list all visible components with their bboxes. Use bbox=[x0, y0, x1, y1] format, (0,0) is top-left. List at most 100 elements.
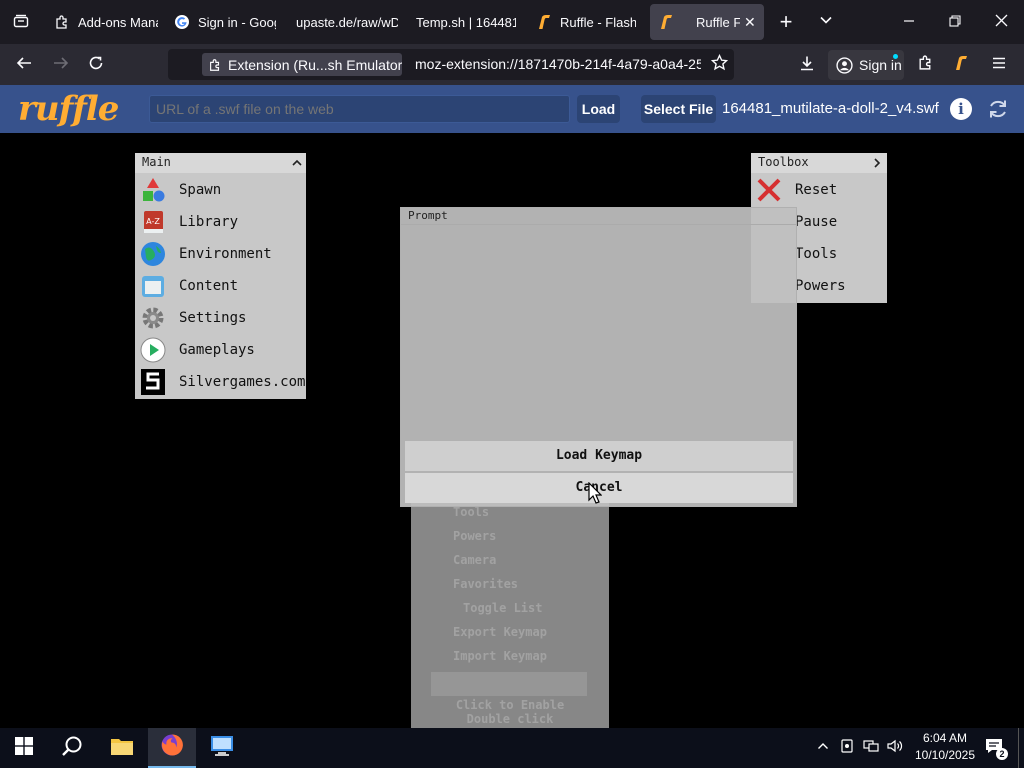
swf-file-name: 164481_mutilate-a-doll-2_v4.swf bbox=[722, 100, 939, 117]
toolbox-panel-title-text: Toolbox bbox=[758, 155, 809, 169]
collapse-chevron-icon[interactable] bbox=[291, 156, 303, 174]
plus-icon: + bbox=[779, 9, 793, 34]
minimize-button[interactable] bbox=[886, 0, 932, 44]
menu-item-environment[interactable]: Environment bbox=[139, 239, 272, 269]
main-panel-title: Main bbox=[135, 153, 306, 173]
app-menu-button[interactable] bbox=[984, 50, 1014, 80]
select-file-button[interactable]: Select File bbox=[641, 95, 716, 123]
tab-title: Temp.sh | 164481_ bbox=[416, 14, 516, 30]
tab-ruffle-1[interactable]: Ruffle - Flash E bbox=[536, 4, 636, 40]
main-panel-title-text: Main bbox=[142, 155, 171, 169]
close-tab-icon[interactable]: ✕ bbox=[744, 14, 756, 31]
ruffle-icon bbox=[536, 14, 552, 30]
volume-button[interactable] bbox=[882, 728, 908, 768]
ruffle-icon bbox=[658, 14, 674, 30]
back-button[interactable] bbox=[9, 50, 39, 80]
menu-item-spawn[interactable]: Spawn bbox=[139, 175, 221, 205]
folder-icon bbox=[110, 736, 134, 761]
google-icon bbox=[174, 14, 190, 30]
menu-item-silvergames[interactable]: Silvergames.com bbox=[139, 367, 305, 397]
tab-overflow-button[interactable] bbox=[804, 0, 848, 44]
firefox-icon bbox=[160, 733, 184, 762]
taskbar-remote-desktop[interactable] bbox=[198, 728, 246, 768]
silvergames-logo-icon bbox=[139, 368, 167, 396]
hamburger-menu-icon bbox=[991, 55, 1007, 76]
load-button[interactable]: Load bbox=[577, 95, 620, 123]
reload-button[interactable] bbox=[81, 50, 111, 80]
star-icon bbox=[710, 53, 728, 76]
tab-addons-manager[interactable]: Add-ons Mana bbox=[54, 4, 158, 40]
menu-item-label: Content bbox=[179, 278, 239, 294]
menu-item-library[interactable]: A-Z Library bbox=[139, 207, 238, 237]
menu-item-label: Settings bbox=[179, 310, 247, 326]
url-bar[interactable]: Extension (Ru...sh Emulator) moz-extensi… bbox=[168, 49, 734, 80]
clock-time: 6:04 AM bbox=[922, 731, 968, 745]
show-hidden-icons-button[interactable] bbox=[810, 728, 836, 768]
clock-date: 10/10/2025 bbox=[914, 748, 976, 762]
system-clock[interactable]: 6:04 AM 10/10/2025 bbox=[912, 730, 978, 764]
show-desktop-button[interactable] bbox=[1018, 728, 1019, 768]
notification-dot bbox=[893, 54, 898, 59]
notifications-button[interactable]: 2 bbox=[980, 728, 1008, 768]
globe-icon bbox=[139, 240, 167, 268]
ghost-menu-footer: Click to Enable Double click bbox=[411, 698, 609, 726]
close-window-button[interactable] bbox=[978, 0, 1024, 44]
tab-google-signin[interactable]: Sign in - Goog bbox=[174, 4, 276, 40]
toolbox-item-label: Reset bbox=[795, 182, 838, 198]
extensions-button[interactable] bbox=[910, 50, 940, 80]
list-all-tabs-button[interactable] bbox=[6, 4, 36, 40]
menu-item-label: Environment bbox=[179, 246, 272, 262]
swf-url-input[interactable] bbox=[149, 95, 570, 123]
forward-button[interactable] bbox=[46, 50, 76, 80]
account-icon bbox=[836, 56, 853, 74]
bookmark-button[interactable] bbox=[704, 50, 734, 80]
windows-logo-icon bbox=[15, 736, 33, 760]
tab-title: Ruffle - Flash E bbox=[560, 14, 636, 30]
minimize-icon bbox=[903, 14, 915, 31]
network-icon bbox=[863, 738, 879, 759]
taskbar-file-explorer[interactable] bbox=[98, 728, 146, 768]
tab-temp-sh[interactable]: Temp.sh | 164481_ bbox=[416, 4, 516, 40]
speaker-icon bbox=[887, 738, 903, 759]
toolbox-item-reset[interactable]: Reset bbox=[755, 175, 837, 205]
toolbox-item-label: Pause bbox=[795, 214, 838, 230]
tray-app-icon[interactable] bbox=[834, 728, 860, 768]
menu-item-label: Silvergames.com bbox=[179, 374, 306, 390]
ghost-menu-item: Favorites bbox=[453, 577, 519, 591]
puzzle-icon bbox=[208, 58, 222, 72]
tab-ruffle-active[interactable]: Ruffle F ✕ bbox=[650, 4, 764, 40]
load-keymap-button[interactable]: Load Keymap bbox=[405, 441, 793, 471]
play-icon bbox=[139, 336, 167, 364]
tab-title: Ruffle F bbox=[696, 14, 740, 30]
restore-button[interactable] bbox=[932, 0, 978, 44]
ghost-menu-item: Camera bbox=[453, 553, 497, 567]
chevron-right-icon[interactable] bbox=[871, 156, 883, 174]
search-button[interactable] bbox=[48, 728, 96, 768]
info-icon[interactable]: i bbox=[950, 98, 972, 120]
network-button[interactable] bbox=[858, 728, 884, 768]
tab-upaste[interactable]: upaste.de/raw/wDi bbox=[296, 4, 398, 40]
account-signin-button[interactable]: Sign in bbox=[828, 50, 904, 80]
tab-strip: Add-ons Mana Sign in - Goog upaste.de/ra… bbox=[0, 0, 1024, 44]
taskbar-firefox[interactable] bbox=[148, 728, 196, 768]
ghost-menu-item: Export Keymap bbox=[453, 625, 547, 639]
menu-item-content[interactable]: Content bbox=[139, 271, 238, 301]
reload-movie-icon[interactable] bbox=[986, 97, 1010, 126]
menu-item-label: Gameplays bbox=[179, 342, 255, 358]
downloads-button[interactable] bbox=[792, 50, 822, 80]
menu-item-gameplays[interactable]: Gameplays bbox=[139, 335, 255, 365]
puzzle-icon bbox=[54, 14, 70, 30]
tab-list-icon bbox=[13, 13, 29, 32]
menu-item-settings[interactable]: Settings bbox=[139, 303, 246, 333]
close-icon bbox=[995, 14, 1008, 31]
new-tab-button[interactable]: + bbox=[764, 0, 808, 44]
remote-desktop-icon bbox=[210, 735, 234, 762]
toolbox-item-label: Powers bbox=[795, 278, 846, 294]
content-folder-icon bbox=[139, 272, 167, 300]
arrow-right-icon bbox=[53, 55, 69, 76]
ghost-menu-panel: Tools Powers Camera Favorites Toggle Lis… bbox=[411, 490, 609, 728]
start-button[interactable] bbox=[0, 728, 48, 768]
url-text[interactable]: moz-extension://1871470b-214f-4a79-a0a4-… bbox=[415, 49, 701, 80]
site-identity-box[interactable]: Extension (Ru...sh Emulator) bbox=[202, 53, 402, 76]
ruffle-extension-button[interactable] bbox=[946, 50, 976, 80]
